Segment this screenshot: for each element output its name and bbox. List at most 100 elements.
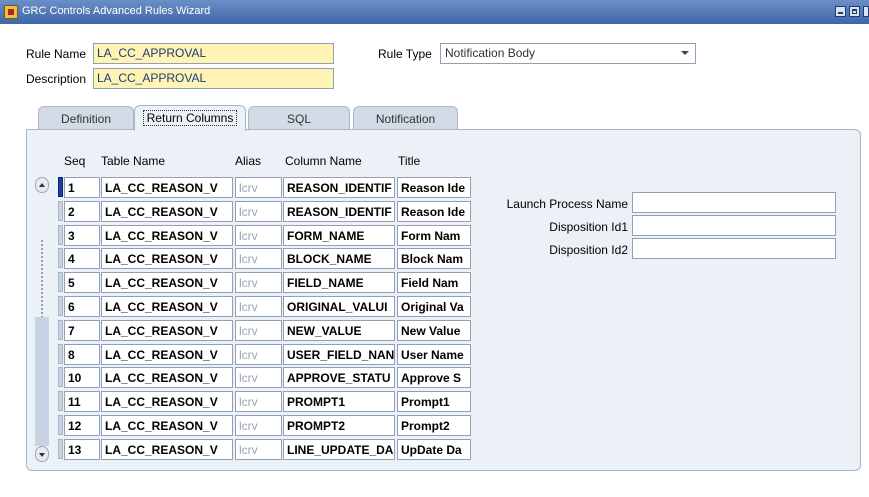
- column-name-cell[interactable]: APPROVE_STATU: [283, 367, 395, 388]
- scroll-down-icon[interactable]: [35, 446, 49, 462]
- seq-cell[interactable]: 5: [64, 272, 100, 293]
- row-indicator[interactable]: [58, 248, 63, 268]
- column-name-cell[interactable]: BLOCK_NAME: [283, 248, 395, 269]
- table-name-cell[interactable]: LA_CC_REASON_V: [101, 177, 233, 198]
- alias-cell[interactable]: lcrv: [235, 391, 282, 412]
- launch-process-name-field[interactable]: [632, 192, 836, 213]
- title-cell[interactable]: Prompt2: [397, 415, 471, 436]
- alias-cell[interactable]: lcrv: [235, 177, 282, 198]
- row-indicator[interactable]: [58, 225, 63, 245]
- column-name-cell[interactable]: REASON_IDENTIF: [283, 177, 395, 198]
- rows-scrollbar[interactable]: [35, 177, 49, 462]
- rule-type-label: Rule Type: [378, 47, 432, 61]
- table-name-cell[interactable]: LA_CC_REASON_V: [101, 439, 233, 460]
- table-name-cell[interactable]: LA_CC_REASON_V: [101, 201, 233, 222]
- seq-cell[interactable]: 6: [64, 296, 100, 317]
- column-name-cell[interactable]: FIELD_NAME: [283, 272, 395, 293]
- window-titlebar: GRC Controls Advanced Rules Wizard: [0, 0, 869, 24]
- seq-cell[interactable]: 8: [64, 344, 100, 365]
- table-name-cell[interactable]: LA_CC_REASON_V: [101, 391, 233, 412]
- seq-cell[interactable]: 11: [64, 391, 100, 412]
- alias-cell[interactable]: lcrv: [235, 344, 282, 365]
- column-name-cell[interactable]: LINE_UPDATE_DA: [283, 439, 395, 460]
- disposition-id2-label: Disposition Id2: [549, 243, 628, 257]
- table-name-cell[interactable]: LA_CC_REASON_V: [101, 367, 233, 388]
- row-indicator[interactable]: [58, 344, 63, 364]
- scroll-up-icon[interactable]: [35, 177, 49, 193]
- row-indicator[interactable]: [58, 367, 63, 387]
- rule-type-value: Notification Body: [445, 46, 536, 60]
- alias-cell[interactable]: lcrv: [235, 415, 282, 436]
- title-cell[interactable]: Original Va: [397, 296, 471, 317]
- title-cell[interactable]: Reason Ide: [397, 177, 471, 198]
- tab-return-columns[interactable]: Return Columns: [134, 105, 246, 131]
- tab-sql[interactable]: SQL: [248, 106, 350, 130]
- maximize-icon[interactable]: [849, 6, 860, 17]
- scroll-thumb[interactable]: [37, 239, 47, 319]
- description-label: Description: [26, 72, 87, 86]
- title-cell[interactable]: Field Nam: [397, 272, 471, 293]
- scroll-track[interactable]: [35, 317, 49, 446]
- seq-cell[interactable]: 2: [64, 201, 100, 222]
- seq-cell[interactable]: 10: [64, 367, 100, 388]
- alias-cell[interactable]: lcrv: [235, 320, 282, 341]
- row-indicator[interactable]: [58, 415, 63, 435]
- header-title: Title: [398, 154, 421, 168]
- disposition-id1-label: Disposition Id1: [549, 220, 628, 234]
- row-indicator[interactable]: [58, 272, 63, 292]
- alias-cell[interactable]: lcrv: [235, 439, 282, 460]
- alias-cell[interactable]: lcrv: [235, 367, 282, 388]
- seq-cell[interactable]: 13: [64, 439, 100, 460]
- rule-type-select[interactable]: Notification Body: [440, 43, 696, 64]
- alias-cell[interactable]: lcrv: [235, 296, 282, 317]
- disposition-id1-field[interactable]: [632, 215, 836, 236]
- table-name-cell[interactable]: LA_CC_REASON_V: [101, 320, 233, 341]
- chevron-down-icon[interactable]: [681, 51, 689, 55]
- column-name-cell[interactable]: PROMPT2: [283, 415, 395, 436]
- table-name-cell[interactable]: LA_CC_REASON_V: [101, 415, 233, 436]
- title-cell[interactable]: Form Nam: [397, 225, 471, 246]
- seq-cell[interactable]: 1: [64, 177, 100, 198]
- close-icon[interactable]: [863, 6, 869, 17]
- row-indicator[interactable]: [58, 296, 63, 316]
- table-name-cell[interactable]: LA_CC_REASON_V: [101, 248, 233, 269]
- header-seq: Seq: [64, 154, 86, 168]
- seq-cell[interactable]: 3: [64, 225, 100, 246]
- title-cell[interactable]: UpDate Da: [397, 439, 471, 460]
- row-indicator[interactable]: [58, 391, 63, 411]
- title-cell[interactable]: Reason Ide: [397, 201, 471, 222]
- seq-cell[interactable]: 7: [64, 320, 100, 341]
- rule-name-field[interactable]: LA_CC_APPROVAL: [93, 43, 334, 64]
- alias-cell[interactable]: lcrv: [235, 248, 282, 269]
- alias-cell[interactable]: lcrv: [235, 272, 282, 293]
- tab-notification[interactable]: Notification: [353, 106, 458, 130]
- disposition-id2-field[interactable]: [632, 238, 836, 259]
- column-name-cell[interactable]: PROMPT1: [283, 391, 395, 412]
- seq-cell[interactable]: 4: [64, 248, 100, 269]
- seq-cell[interactable]: 12: [64, 415, 100, 436]
- row-indicator[interactable]: [58, 201, 63, 221]
- table-name-cell[interactable]: LA_CC_REASON_V: [101, 344, 233, 365]
- title-cell[interactable]: User Name: [397, 344, 471, 365]
- minimize-icon[interactable]: [835, 6, 846, 17]
- title-cell[interactable]: Prompt1: [397, 391, 471, 412]
- description-field[interactable]: LA_CC_APPROVAL: [93, 68, 334, 89]
- column-name-cell[interactable]: ORIGINAL_VALUI: [283, 296, 395, 317]
- row-indicator[interactable]: [58, 177, 63, 197]
- table-name-cell[interactable]: LA_CC_REASON_V: [101, 225, 233, 246]
- row-indicator[interactable]: [58, 320, 63, 340]
- table-name-cell[interactable]: LA_CC_REASON_V: [101, 272, 233, 293]
- window-title: GRC Controls Advanced Rules Wizard: [22, 5, 211, 17]
- title-cell[interactable]: Approve S: [397, 367, 471, 388]
- column-name-cell[interactable]: USER_FIELD_NAN: [283, 344, 395, 365]
- column-name-cell[interactable]: FORM_NAME: [283, 225, 395, 246]
- table-name-cell[interactable]: LA_CC_REASON_V: [101, 296, 233, 317]
- alias-cell[interactable]: lcrv: [235, 201, 282, 222]
- title-cell[interactable]: New Value: [397, 320, 471, 341]
- tab-definition[interactable]: Definition: [38, 106, 134, 130]
- column-name-cell[interactable]: REASON_IDENTIF: [283, 201, 395, 222]
- row-indicator[interactable]: [58, 439, 63, 459]
- column-name-cell[interactable]: NEW_VALUE: [283, 320, 395, 341]
- alias-cell[interactable]: lcrv: [235, 225, 282, 246]
- title-cell[interactable]: Block Nam: [397, 248, 471, 269]
